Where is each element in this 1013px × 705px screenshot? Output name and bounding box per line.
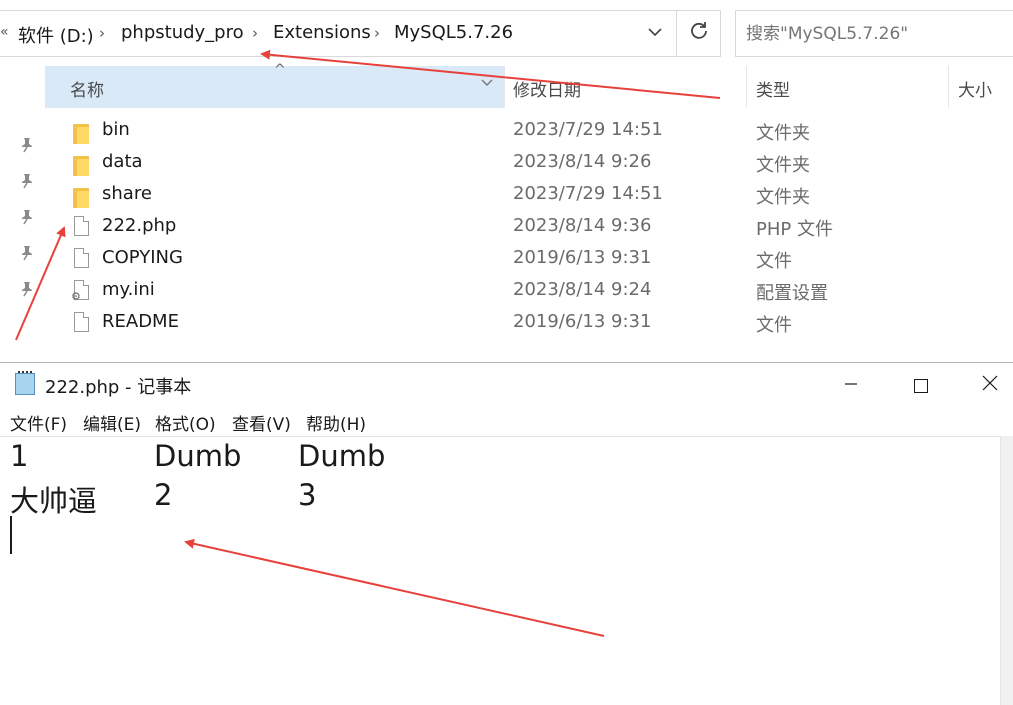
file-type: 文件夹 bbox=[756, 155, 810, 176]
breadcrumb-extensions[interactable]: Extensions bbox=[273, 22, 371, 43]
list-item-copying[interactable]: COPYING 2019/6/13 9:31 文件 bbox=[60, 244, 820, 276]
file-date: 2019/6/13 9:31 bbox=[513, 247, 652, 268]
menu-bar: 文件(F) 编辑(E) 格式(O) 查看(V) 帮助(H) bbox=[0, 407, 1013, 435]
menu-format[interactable]: 格式(O) bbox=[155, 410, 216, 435]
menu-view[interactable]: 查看(V) bbox=[232, 410, 291, 435]
minimize-button[interactable] bbox=[816, 363, 886, 405]
window-title: 222.php - 记事本 bbox=[45, 377, 192, 398]
file-icon bbox=[74, 248, 89, 268]
column-date-label[interactable]: 修改日期 bbox=[513, 76, 581, 101]
text-cell: 大帅逼 bbox=[10, 484, 98, 518]
chevron-right-icon[interactable]: › bbox=[374, 24, 380, 42]
search-box[interactable] bbox=[735, 10, 1013, 57]
file-name: bin bbox=[102, 119, 130, 140]
file-type: 配置设置 bbox=[756, 283, 828, 304]
list-item-222-php[interactable]: 222.php 2023/8/14 9:36 PHP 文件 bbox=[60, 212, 833, 244]
file-type: 文件 bbox=[756, 251, 792, 272]
gear-icon: ⚙ bbox=[71, 290, 81, 303]
file-explorer-window: « 软件 (D:) › phpstudy_pro › Extensions › … bbox=[0, 0, 1013, 362]
breadcrumb-mysql[interactable]: MySQL5.7.26 bbox=[394, 22, 513, 43]
text-editor[interactable]: 1 Dumb Dumb 大帅逼 2 3 bbox=[0, 436, 1000, 705]
file-name: share bbox=[102, 183, 152, 204]
text-cell: Dumb bbox=[298, 439, 386, 473]
folder-icon bbox=[73, 188, 89, 208]
breadcrumb-phpstudy[interactable]: phpstudy_pro bbox=[121, 22, 244, 43]
column-header-row: ^ 名称 修改日期 类型 大小 bbox=[0, 62, 1013, 108]
file-date: 2023/8/14 9:24 bbox=[513, 279, 652, 300]
file-type: 文件夹 bbox=[756, 123, 810, 144]
notepad-icon[interactable] bbox=[15, 371, 35, 395]
file-name: my.ini bbox=[102, 279, 155, 300]
chevron-right-icon[interactable]: › bbox=[99, 24, 105, 42]
column-divider[interactable] bbox=[948, 66, 949, 108]
breadcrumb-drive[interactable]: 软件 (D:) bbox=[18, 22, 94, 48]
address-bar[interactable]: « 软件 (D:) › phpstudy_pro › Extensions › … bbox=[0, 10, 721, 57]
file-type: 文件 bbox=[756, 315, 792, 336]
folder-icon bbox=[73, 156, 89, 176]
file-date: 2023/7/29 14:51 bbox=[513, 183, 663, 204]
pin-icon[interactable] bbox=[18, 245, 36, 263]
pin-icon[interactable] bbox=[18, 281, 36, 299]
chevron-down-icon[interactable] bbox=[640, 23, 670, 47]
file-type: 文件夹 bbox=[756, 187, 810, 208]
text-cell: 1 bbox=[10, 439, 29, 473]
list-item-my-ini[interactable]: ⚙ my.ini 2023/8/14 9:24 配置设置 bbox=[60, 276, 828, 308]
pin-icon[interactable] bbox=[18, 173, 36, 191]
list-item-bin[interactable]: bin 2023/7/29 14:51 文件夹 bbox=[60, 116, 820, 148]
refresh-icon[interactable] bbox=[684, 20, 714, 48]
column-size-label[interactable]: 大小 bbox=[958, 76, 992, 101]
column-divider[interactable] bbox=[746, 66, 747, 108]
file-date: 2023/7/29 14:51 bbox=[513, 119, 663, 140]
vertical-scrollbar[interactable] bbox=[1000, 436, 1013, 705]
column-divider[interactable] bbox=[504, 66, 505, 108]
menu-file[interactable]: 文件(F) bbox=[10, 410, 67, 435]
file-name: COPYING bbox=[102, 247, 183, 268]
sort-ascending-icon: ^ bbox=[274, 62, 286, 78]
text-cell: Dumb bbox=[154, 439, 242, 473]
file-icon bbox=[74, 216, 89, 236]
menu-edit[interactable]: 编辑(E) bbox=[83, 410, 141, 435]
search-input[interactable] bbox=[746, 23, 1006, 45]
close-button[interactable] bbox=[955, 363, 1013, 405]
pin-icon[interactable] bbox=[18, 209, 36, 227]
file-icon bbox=[74, 312, 89, 332]
menu-help[interactable]: 帮助(H) bbox=[306, 410, 366, 435]
pin-icon[interactable] bbox=[18, 137, 36, 155]
title-bar[interactable]: 222.php - 记事本 bbox=[0, 363, 1013, 405]
text-caret bbox=[10, 516, 12, 554]
file-date: 2023/8/14 9:36 bbox=[513, 215, 652, 236]
file-date: 2019/6/13 9:31 bbox=[513, 311, 652, 332]
column-type-label[interactable]: 类型 bbox=[756, 76, 790, 101]
list-item-data[interactable]: data 2023/8/14 9:26 文件夹 bbox=[60, 148, 820, 180]
maximize-button[interactable] bbox=[886, 363, 956, 405]
column-name-label[interactable]: 名称 bbox=[70, 76, 104, 101]
list-item-share[interactable]: share 2023/7/29 14:51 文件夹 bbox=[60, 180, 820, 212]
chevron-right-icon[interactable]: › bbox=[252, 24, 258, 42]
breadcrumb-overflow-icon[interactable]: « bbox=[0, 24, 9, 40]
text-cell: 2 bbox=[154, 478, 173, 512]
folder-icon bbox=[73, 124, 89, 144]
chevron-down-icon[interactable] bbox=[481, 76, 493, 91]
divider bbox=[676, 11, 677, 56]
text-cell: 3 bbox=[298, 478, 317, 512]
list-item-readme[interactable]: README 2019/6/13 9:31 文件 bbox=[60, 308, 820, 340]
file-name: README bbox=[102, 311, 179, 332]
file-date: 2023/8/14 9:26 bbox=[513, 151, 652, 172]
notepad-window: 222.php - 记事本 文件(F) 编辑(E) 格式(O) 查看(V) 帮助… bbox=[0, 362, 1013, 705]
file-name: data bbox=[102, 151, 143, 172]
file-type: PHP 文件 bbox=[756, 219, 833, 240]
file-name: 222.php bbox=[102, 215, 177, 236]
